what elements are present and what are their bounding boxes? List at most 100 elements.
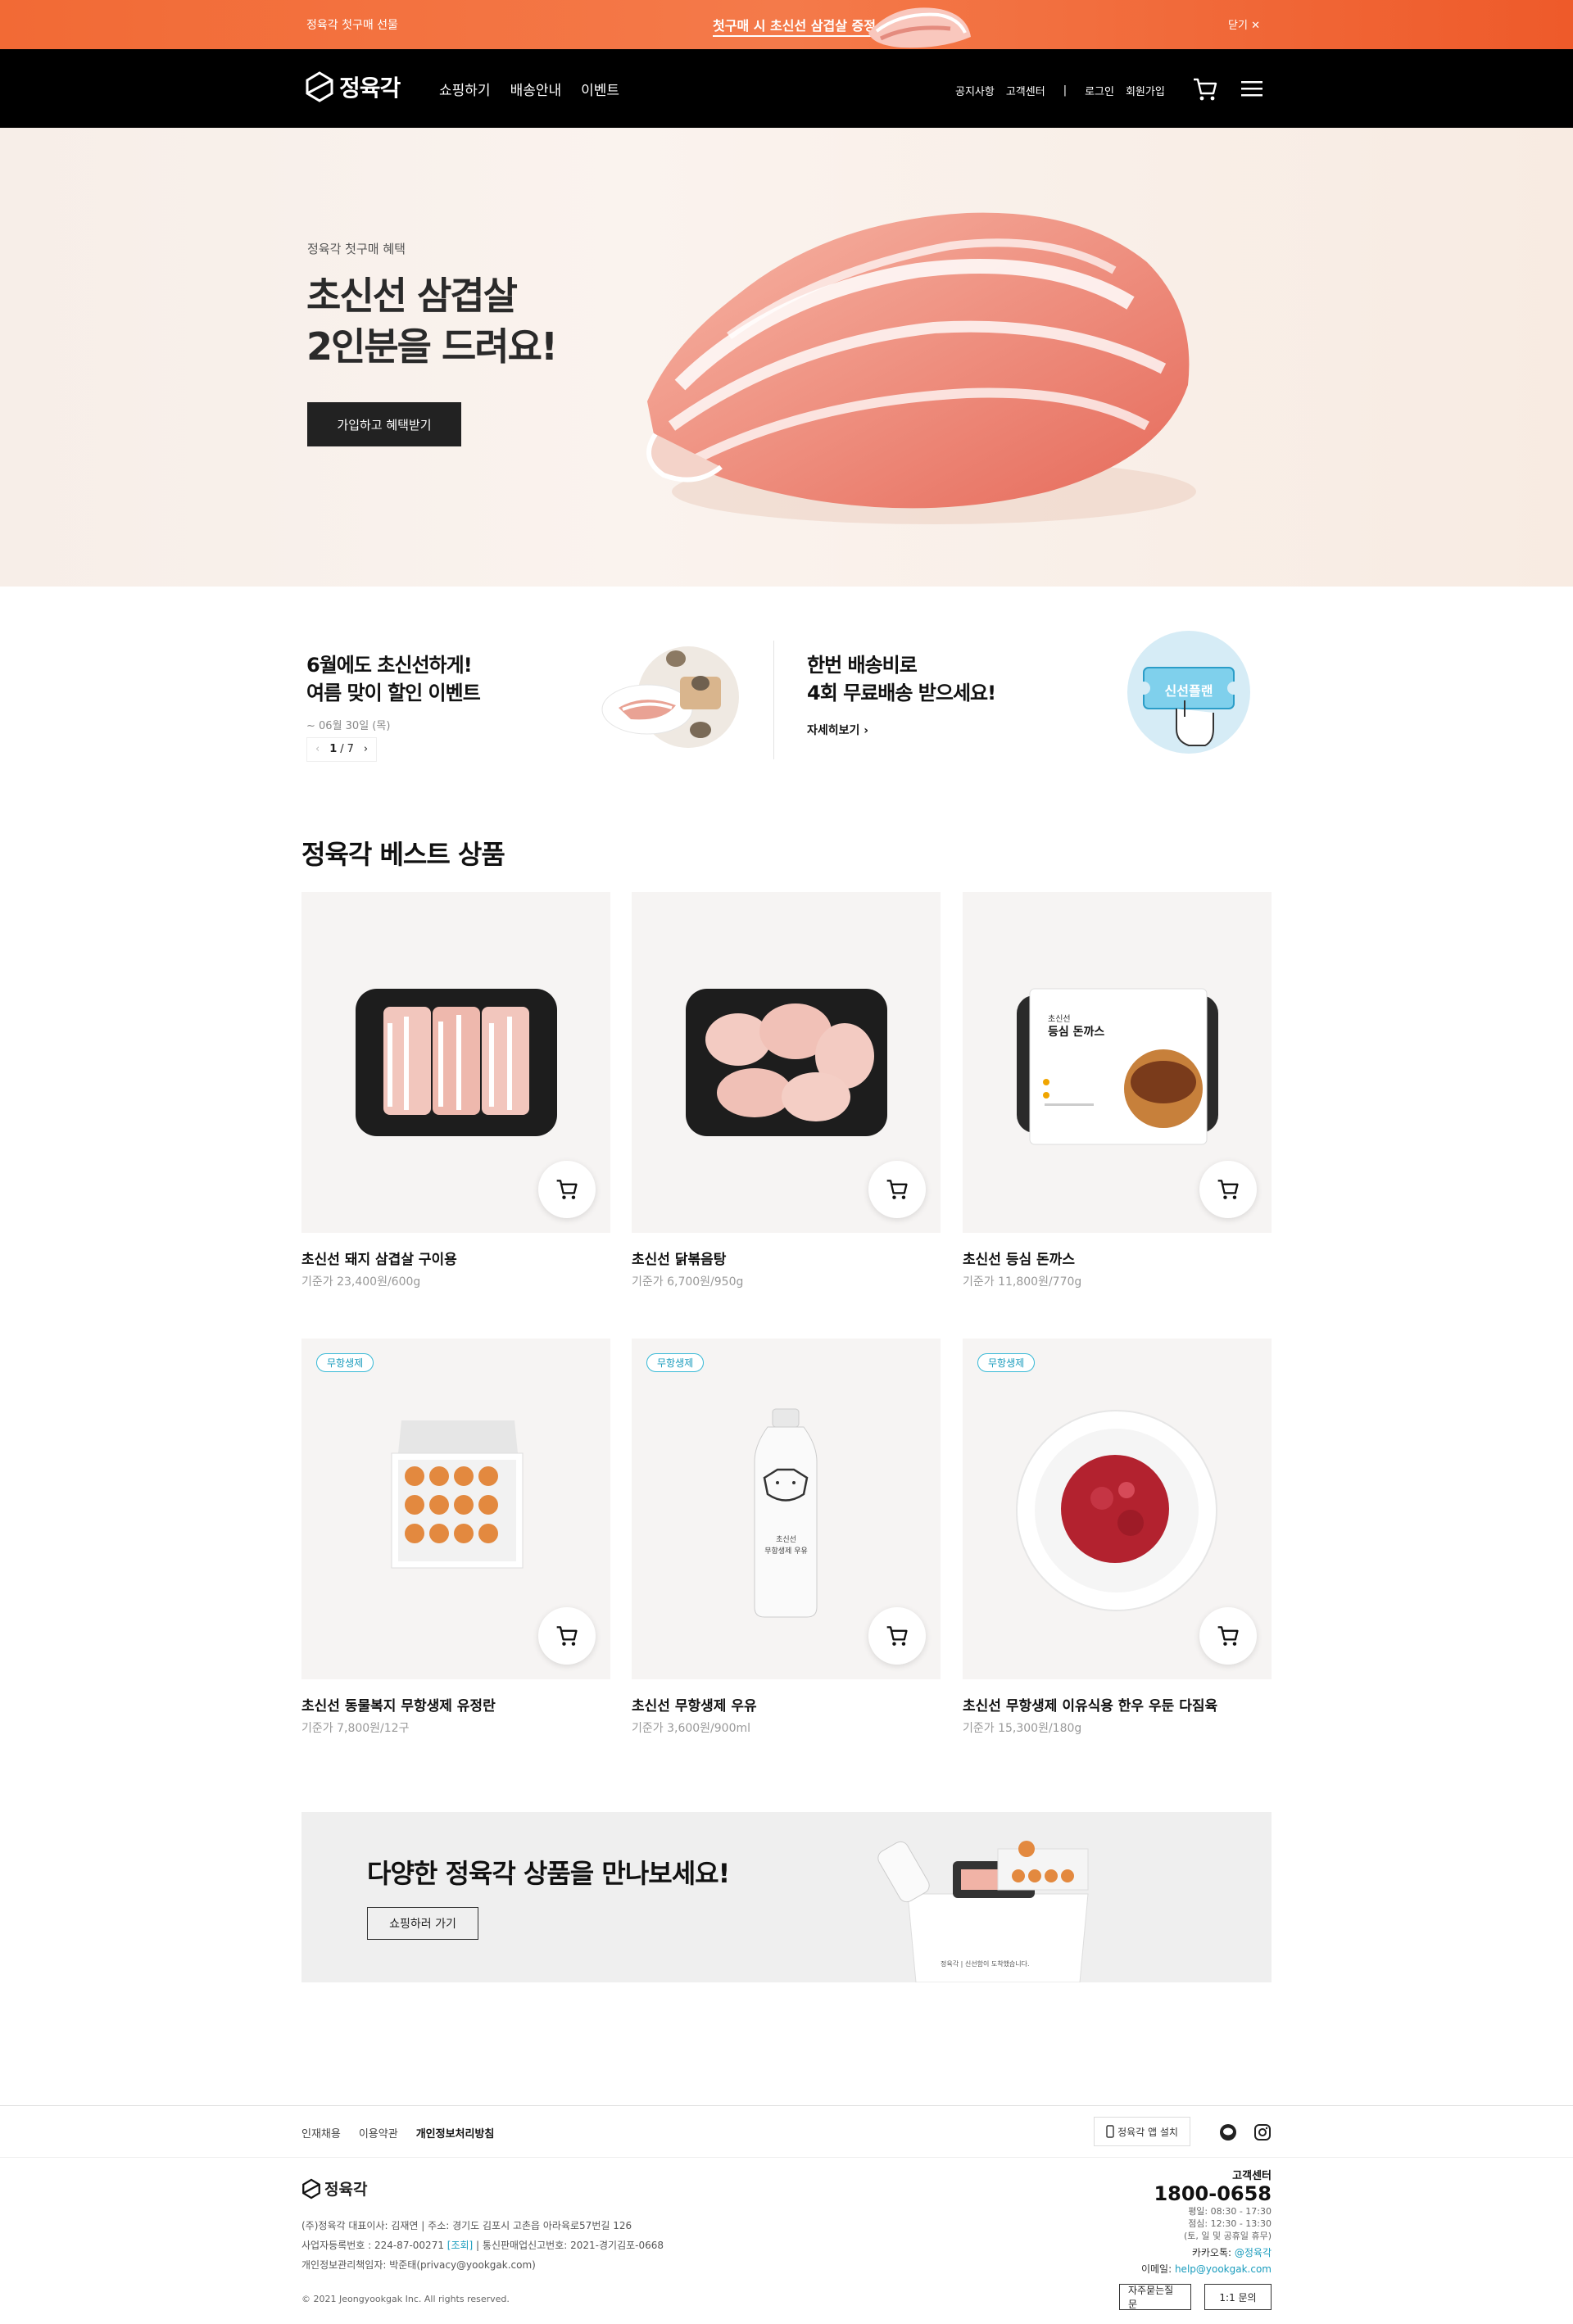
add-to-cart-button[interactable] — [868, 1161, 926, 1218]
company-info-line2: 사업자등록번호 : 224-87-00271 [조회] | 통신판매업신고번호:… — [301, 2236, 664, 2255]
business-lookup-link[interactable]: [조회] — [447, 2240, 473, 2251]
hero-signup-button[interactable]: 가입하고 혜택받기 — [307, 402, 461, 446]
pager-separator: / — [340, 743, 344, 755]
cs-hours-1: 평일: 08:30 - 17:30 — [1188, 2206, 1272, 2217]
pager-next-icon[interactable]: › — [356, 738, 376, 761]
footer-link-privacy[interactable]: 개인정보처리방침 — [416, 2125, 495, 2141]
product-name[interactable]: 초신선 무항생제 이유식용 한우 우둔 다짐육 — [963, 1694, 1272, 1715]
product-image[interactable]: 무항생제 — [963, 1339, 1272, 1679]
shop-all-banner[interactable]: 다양한 정육각 상품을 만나보세요! 쇼핑하러 가기 정육각 | 신선함이 도착… — [301, 1812, 1272, 1982]
hero-title-line1: 초신선 삼겹살 — [306, 274, 518, 318]
best-products-title: 정육각 베스트 상품 — [301, 839, 505, 870]
util-divider: | — [1063, 84, 1068, 97]
top-banner-meat-image — [868, 7, 971, 48]
bag-text: 정육각 | 신선함이 도착했습니다. — [941, 1960, 1030, 1968]
shop-banner-title: 다양한 정육각 상품을 만나보세요! — [367, 1858, 730, 1889]
promo-divider — [773, 641, 774, 759]
copyright: © 2021 Jeongyookgak Inc. All rights rese… — [301, 2294, 510, 2304]
util-support[interactable]: 고객센터 — [1006, 83, 1045, 98]
pack-label-1: 초신선 — [1048, 1015, 1071, 1024]
antibiotic-free-badge: 무항생제 — [316, 1353, 374, 1372]
product-name[interactable]: 초신선 무항생제 우유 — [632, 1694, 941, 1715]
ticket-text: 신선플랜 — [1164, 683, 1213, 699]
email-link[interactable]: help@yookgak.com — [1175, 2263, 1272, 2275]
summer-event-promo[interactable]: 6월에도 초신선하게! 여름 맞이 할인 이벤트 ~ 06월 30일 (목) — [306, 651, 481, 732]
ecommerce-number: | 통신판매업신고번호: 2021-경기김포-0668 — [473, 2240, 664, 2251]
product-price: 기준가 7,800원/12구 — [301, 1722, 410, 1735]
cart-icon — [1217, 1180, 1239, 1199]
product-card[interactable]: 무항생제 초신선 무항생제 우유 초신선 무항생제 우유 기준가 3,600원/… — [632, 1339, 941, 1736]
add-to-cart-button[interactable] — [868, 1607, 926, 1665]
product-card[interactable]: 무항생제 초신선 무항생제 이유식용 한우 우둔 다짐육 기준가 15,300원… — [963, 1339, 1272, 1736]
logo-icon — [302, 2178, 320, 2199]
footer-logo[interactable]: 정육각 — [301, 2177, 367, 2199]
instagram-icon[interactable] — [1253, 2123, 1272, 2141]
product-price: 기준가 11,800원/770g — [963, 1275, 1082, 1289]
promo-pager: ‹ 1 / 7 › — [306, 737, 378, 762]
footer-link-terms[interactable]: 이용약관 — [359, 2125, 398, 2141]
footer-link-careers[interactable]: 인재채용 — [301, 2125, 341, 2141]
util-signup[interactable]: 회원가입 — [1126, 83, 1165, 98]
cart-icon[interactable] — [1191, 75, 1219, 103]
hamburger-menu-icon[interactable] — [1241, 79, 1262, 98]
app-install-button[interactable]: 정육각 앱 설치 — [1094, 2117, 1190, 2146]
product-name[interactable]: 초신선 닭볶음탕 — [632, 1248, 941, 1268]
pager-total: 7 — [347, 743, 354, 755]
inquiry-button[interactable]: 1:1 문의 — [1204, 2284, 1272, 2310]
menu-event[interactable]: 이벤트 — [581, 79, 619, 99]
kakao-link[interactable]: @정육각 — [1235, 2247, 1272, 2258]
go-shopping-button[interactable]: 쇼핑하러 가기 — [367, 1907, 478, 1940]
product-name[interactable]: 초신선 등심 돈까스 — [963, 1248, 1272, 1268]
add-to-cart-button[interactable] — [1199, 1161, 1257, 1218]
product-card[interactable]: 초신선 닭볶음탕 기준가 6,700원/950g — [632, 892, 941, 1289]
top-banner-center-link[interactable]: 첫구매 시 초신선 삼겹살 증정 — [713, 15, 876, 37]
product-price: 기준가 23,400원/600g — [301, 1275, 421, 1289]
add-to-cart-button[interactable] — [538, 1161, 596, 1218]
faq-button[interactable]: 자주묻는질문 — [1119, 2284, 1191, 2310]
product-image[interactable]: 초신선 등심 돈까스 — [963, 892, 1272, 1233]
pager-prev-icon[interactable]: ‹ — [307, 738, 328, 761]
logo-text: 정육각 — [339, 75, 401, 102]
promo1-food-image — [601, 646, 739, 748]
promo1-title: 6월에도 초신선하게! 여름 맞이 할인 이벤트 — [306, 651, 481, 707]
delivery-plan-promo[interactable]: 한번 배송비로 4회 무료배송 받으세요! 자세히보기 › — [807, 651, 996, 738]
bottle-label-1: 초신선 — [776, 1536, 796, 1544]
hero-title-line2: 2인분을 드려요! — [306, 324, 558, 369]
kakao-label: 카카오톡: — [1191, 2247, 1235, 2258]
kakao-icon[interactable] — [1219, 2123, 1237, 2141]
cs-number: 1800-0658 — [1154, 2182, 1272, 2205]
util-notice[interactable]: 공지사항 — [955, 83, 995, 98]
company-info-line1: (주)정육각 대표이사: 김재연 | 주소: 경기도 김포시 고촌읍 아라육로5… — [301, 2220, 632, 2231]
app-button-label: 정육각 앱 설치 — [1117, 2126, 1178, 2138]
add-to-cart-button[interactable] — [1199, 1607, 1257, 1665]
hero-subtitle: 정육각 첫구매 혜택 — [307, 242, 406, 256]
product-name[interactable]: 초신선 동물복지 무항생제 유정란 — [301, 1694, 610, 1715]
footer-buttons: 자주묻는질문 1:1 문의 — [1119, 2284, 1272, 2310]
menu-shopping[interactable]: 쇼핑하기 — [439, 79, 491, 99]
logo-icon — [306, 71, 333, 102]
business-number: 사업자등록번호 : 224-87-00271 — [301, 2240, 447, 2251]
top-banner-left-text: 정육각 첫구매 선물 — [306, 19, 398, 32]
logo[interactable]: 정육각 — [305, 70, 401, 103]
cart-icon — [886, 1180, 908, 1199]
antibiotic-free-badge: 무항생제 — [977, 1353, 1036, 1372]
company-info: (주)정육각 대표이사: 김재연 | 주소: 경기도 김포시 고촌읍 아라육로5… — [301, 2216, 664, 2275]
product-image[interactable]: 무항생제 — [301, 1339, 610, 1679]
cart-icon — [556, 1180, 578, 1199]
email-contact: 이메일: help@yookgak.com — [1065, 2261, 1272, 2277]
product-card[interactable]: 초신선 돼지 삼겹살 구이용 기준가 23,400원/600g — [301, 892, 610, 1289]
product-name[interactable]: 초신선 돼지 삼겹살 구이용 — [301, 1248, 610, 1268]
util-login[interactable]: 로그인 — [1085, 83, 1114, 98]
top-promo-banner[interactable]: 정육각 첫구매 선물 첫구매 시 초신선 삼겹살 증정 닫기 ✕ — [0, 0, 1573, 49]
product-card[interactable]: 초신선 등심 돈까스 초신선 등심 돈까스 기준가 11,800원/770g — [963, 892, 1272, 1289]
product-image[interactable] — [632, 892, 941, 1233]
add-to-cart-button[interactable] — [538, 1607, 596, 1665]
menu-delivery[interactable]: 배송안내 — [510, 79, 562, 99]
product-card[interactable]: 무항생제 초신선 동물복지 무항생제 유정란 기준가 7,800원/12구 — [301, 1339, 610, 1736]
top-banner-close[interactable]: 닫기 ✕ — [1228, 16, 1260, 32]
promo2-more-link[interactable]: 자세히보기 › — [807, 722, 995, 738]
close-icon: ✕ — [1251, 20, 1260, 32]
product-image[interactable]: 무항생제 초신선 무항생제 우유 — [632, 1339, 941, 1679]
product-image[interactable] — [301, 892, 610, 1233]
pack-label-2: 등심 돈까스 — [1048, 1026, 1105, 1039]
